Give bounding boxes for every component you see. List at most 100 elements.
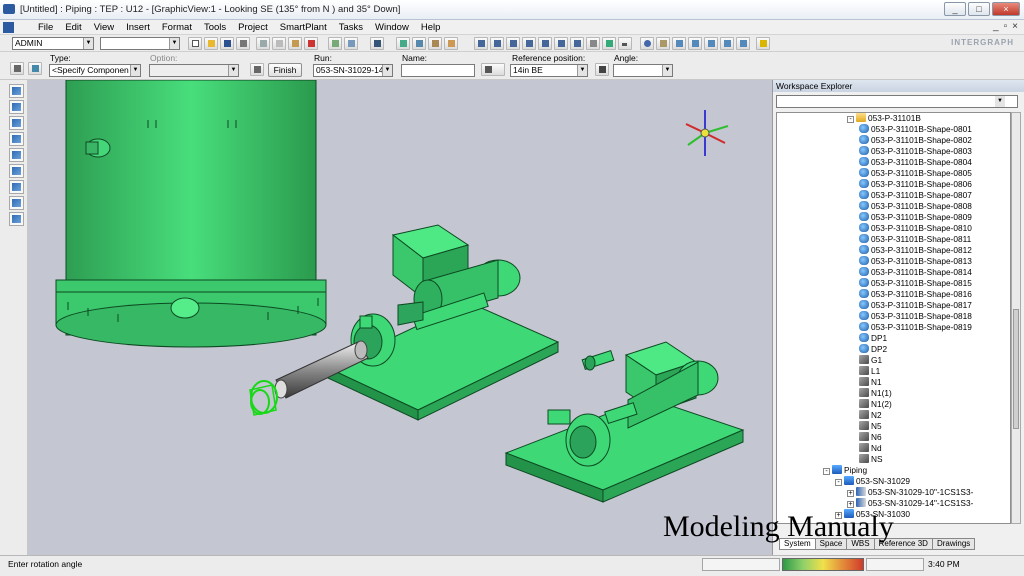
close-button[interactable]: × [992, 2, 1020, 16]
loose-component[interactable] [581, 349, 615, 371]
collapse-icon[interactable]: - [847, 116, 854, 123]
insert-instrument-button[interactable] [9, 164, 24, 178]
tree-node[interactable]: N5 [859, 421, 882, 432]
explorer-tree[interactable]: -053-P-31101B 053-P-31101B-Shape-0801 053-… [776, 112, 1011, 524]
mdi-restore-button[interactable]: ▫ [1004, 21, 1008, 32]
menu-view[interactable]: View [88, 21, 120, 34]
tree-node[interactable]: - 053-SN-31029 [835, 476, 910, 487]
maximize-button[interactable]: □ [968, 2, 990, 16]
tree-node[interactable]: +053-SN-31029-10"-1CS1S3- [847, 487, 973, 498]
tree-node[interactable]: Nd [859, 443, 882, 454]
view-iso-button[interactable] [554, 37, 568, 50]
cut-button[interactable] [256, 37, 270, 50]
view-back-button[interactable] [490, 37, 504, 50]
view-front-button[interactable] [474, 37, 488, 50]
route-pipe-button[interactable] [9, 84, 24, 98]
inspect-button[interactable] [412, 37, 426, 50]
menu-file[interactable]: File [32, 21, 59, 34]
tree-node[interactable]: 053-P-31101B-Shape-0811 [859, 234, 971, 245]
type-combo[interactable]: <Specify Componen ▼ [49, 64, 141, 77]
paste-button[interactable] [288, 37, 302, 50]
menu-edit[interactable]: Edit [59, 21, 87, 34]
copy-button[interactable] [272, 37, 286, 50]
mdi-minimize-button[interactable]: _ [993, 21, 999, 32]
reference-position-combo[interactable]: 14in BE ▼ [510, 64, 588, 77]
menu-tools[interactable]: Tools [198, 21, 232, 34]
menu-insert[interactable]: Insert [120, 21, 156, 34]
explorer-scrollbar[interactable] [1011, 112, 1021, 524]
zoom-area-button[interactable] [672, 37, 686, 50]
tab-drawings[interactable]: Drawings [931, 538, 976, 550]
tree-node[interactable]: 053-P-31101B-Shape-0812 [859, 245, 972, 256]
tree-node[interactable]: 053-P-31101B-Shape-0804 [859, 157, 972, 168]
save-button[interactable] [220, 37, 234, 50]
zoom-fit-button[interactable] [688, 37, 702, 50]
look-at-button[interactable] [720, 37, 734, 50]
angle-field[interactable]: ▼ [613, 64, 673, 77]
measure-button[interactable] [428, 37, 442, 50]
collapse-icon[interactable]: - [835, 479, 842, 486]
tree-node[interactable]: 053-P-31101B-Shape-0816 [859, 289, 972, 300]
name-field[interactable] [401, 64, 475, 77]
tree-node[interactable]: 053-P-31101B-Shape-0814 [859, 267, 972, 278]
minimize-button[interactable]: _ [944, 2, 966, 16]
menu-smartplant[interactable]: SmartPlant [274, 21, 333, 34]
insert-component-button[interactable] [9, 100, 24, 114]
tree-node[interactable]: N6 [859, 432, 882, 443]
orbit-button[interactable] [704, 37, 718, 50]
pump-skid-2[interactable] [504, 341, 745, 503]
tree-node[interactable]: +053-SN-31029-14"-1CS1S3- [847, 498, 973, 509]
scrollbar-thumb[interactable] [1013, 309, 1019, 429]
tree-node[interactable]: 053-P-31101B-Shape-0817 [859, 300, 972, 311]
filter-combo[interactable]: ▼ [100, 37, 180, 50]
move-button[interactable] [328, 37, 342, 50]
tree-node[interactable]: DP2 [859, 344, 887, 355]
tree-node[interactable]: 053-P-31101B-Shape-0805 [859, 168, 972, 179]
window-tile-button[interactable] [586, 37, 600, 50]
graphic-view[interactable] [28, 80, 772, 555]
view-plan-button[interactable] [570, 37, 584, 50]
angle-tool-button[interactable] [595, 63, 609, 76]
insert-feature-button[interactable] [9, 196, 24, 210]
run-combo[interactable]: 053-SN-31029-14 ▼ [313, 64, 393, 77]
tree-node[interactable]: 053-P-31101B-Shape-0803 [859, 146, 972, 157]
print-button[interactable] [236, 37, 250, 50]
annotate-button[interactable] [444, 37, 458, 50]
tree-node[interactable]: 053-P-31101B-Shape-0809 [859, 212, 972, 223]
zoom-button[interactable] [640, 37, 654, 50]
specify-button[interactable] [28, 62, 42, 75]
render-dropdown-button[interactable] [618, 37, 632, 50]
undo-button[interactable] [370, 37, 384, 50]
tree-node[interactable]: NS [859, 454, 883, 465]
insert-support-button[interactable] [9, 180, 24, 194]
menu-project[interactable]: Project [232, 21, 274, 34]
help-button[interactable] [756, 37, 770, 50]
collapse-icon[interactable]: - [823, 468, 830, 475]
vessel[interactable] [55, 80, 327, 348]
pump-skid-1[interactable] [326, 224, 560, 421]
tree-node[interactable]: G1 [859, 355, 882, 366]
insert-tap-button[interactable] [9, 132, 24, 146]
tree-node[interactable]: 053-P-31101B-Shape-0815 [859, 278, 972, 289]
insert-split-button[interactable] [9, 116, 24, 130]
user-combo[interactable]: ADMIN ▼ [12, 37, 94, 50]
pan-button[interactable] [656, 37, 670, 50]
explorer-filter-combo[interactable]: ▼ [776, 95, 1018, 108]
tree-node[interactable]: N1(1) [859, 388, 892, 399]
tree-node[interactable]: 053-P-31101B-Shape-0808 [859, 201, 972, 212]
clip-button[interactable] [736, 37, 750, 50]
tree-node[interactable]: L1 [859, 366, 880, 377]
tree-node[interactable]: 053-P-31101B-Shape-0802 [859, 135, 972, 146]
tree-node[interactable]: - Piping [823, 465, 867, 476]
expand-icon[interactable]: + [847, 490, 854, 497]
connect-button[interactable] [9, 212, 24, 226]
select-button[interactable] [396, 37, 410, 50]
expand-icon[interactable]: + [847, 501, 854, 508]
model-canvas[interactable] [28, 80, 772, 555]
finish-button[interactable]: Finish [268, 63, 302, 77]
tree-node[interactable]: N2 [859, 410, 882, 421]
view-top-button[interactable] [538, 37, 552, 50]
insert-specialty-button[interactable] [9, 148, 24, 162]
menu-tasks[interactable]: Tasks [333, 21, 369, 34]
menu-help[interactable]: Help [415, 21, 447, 34]
